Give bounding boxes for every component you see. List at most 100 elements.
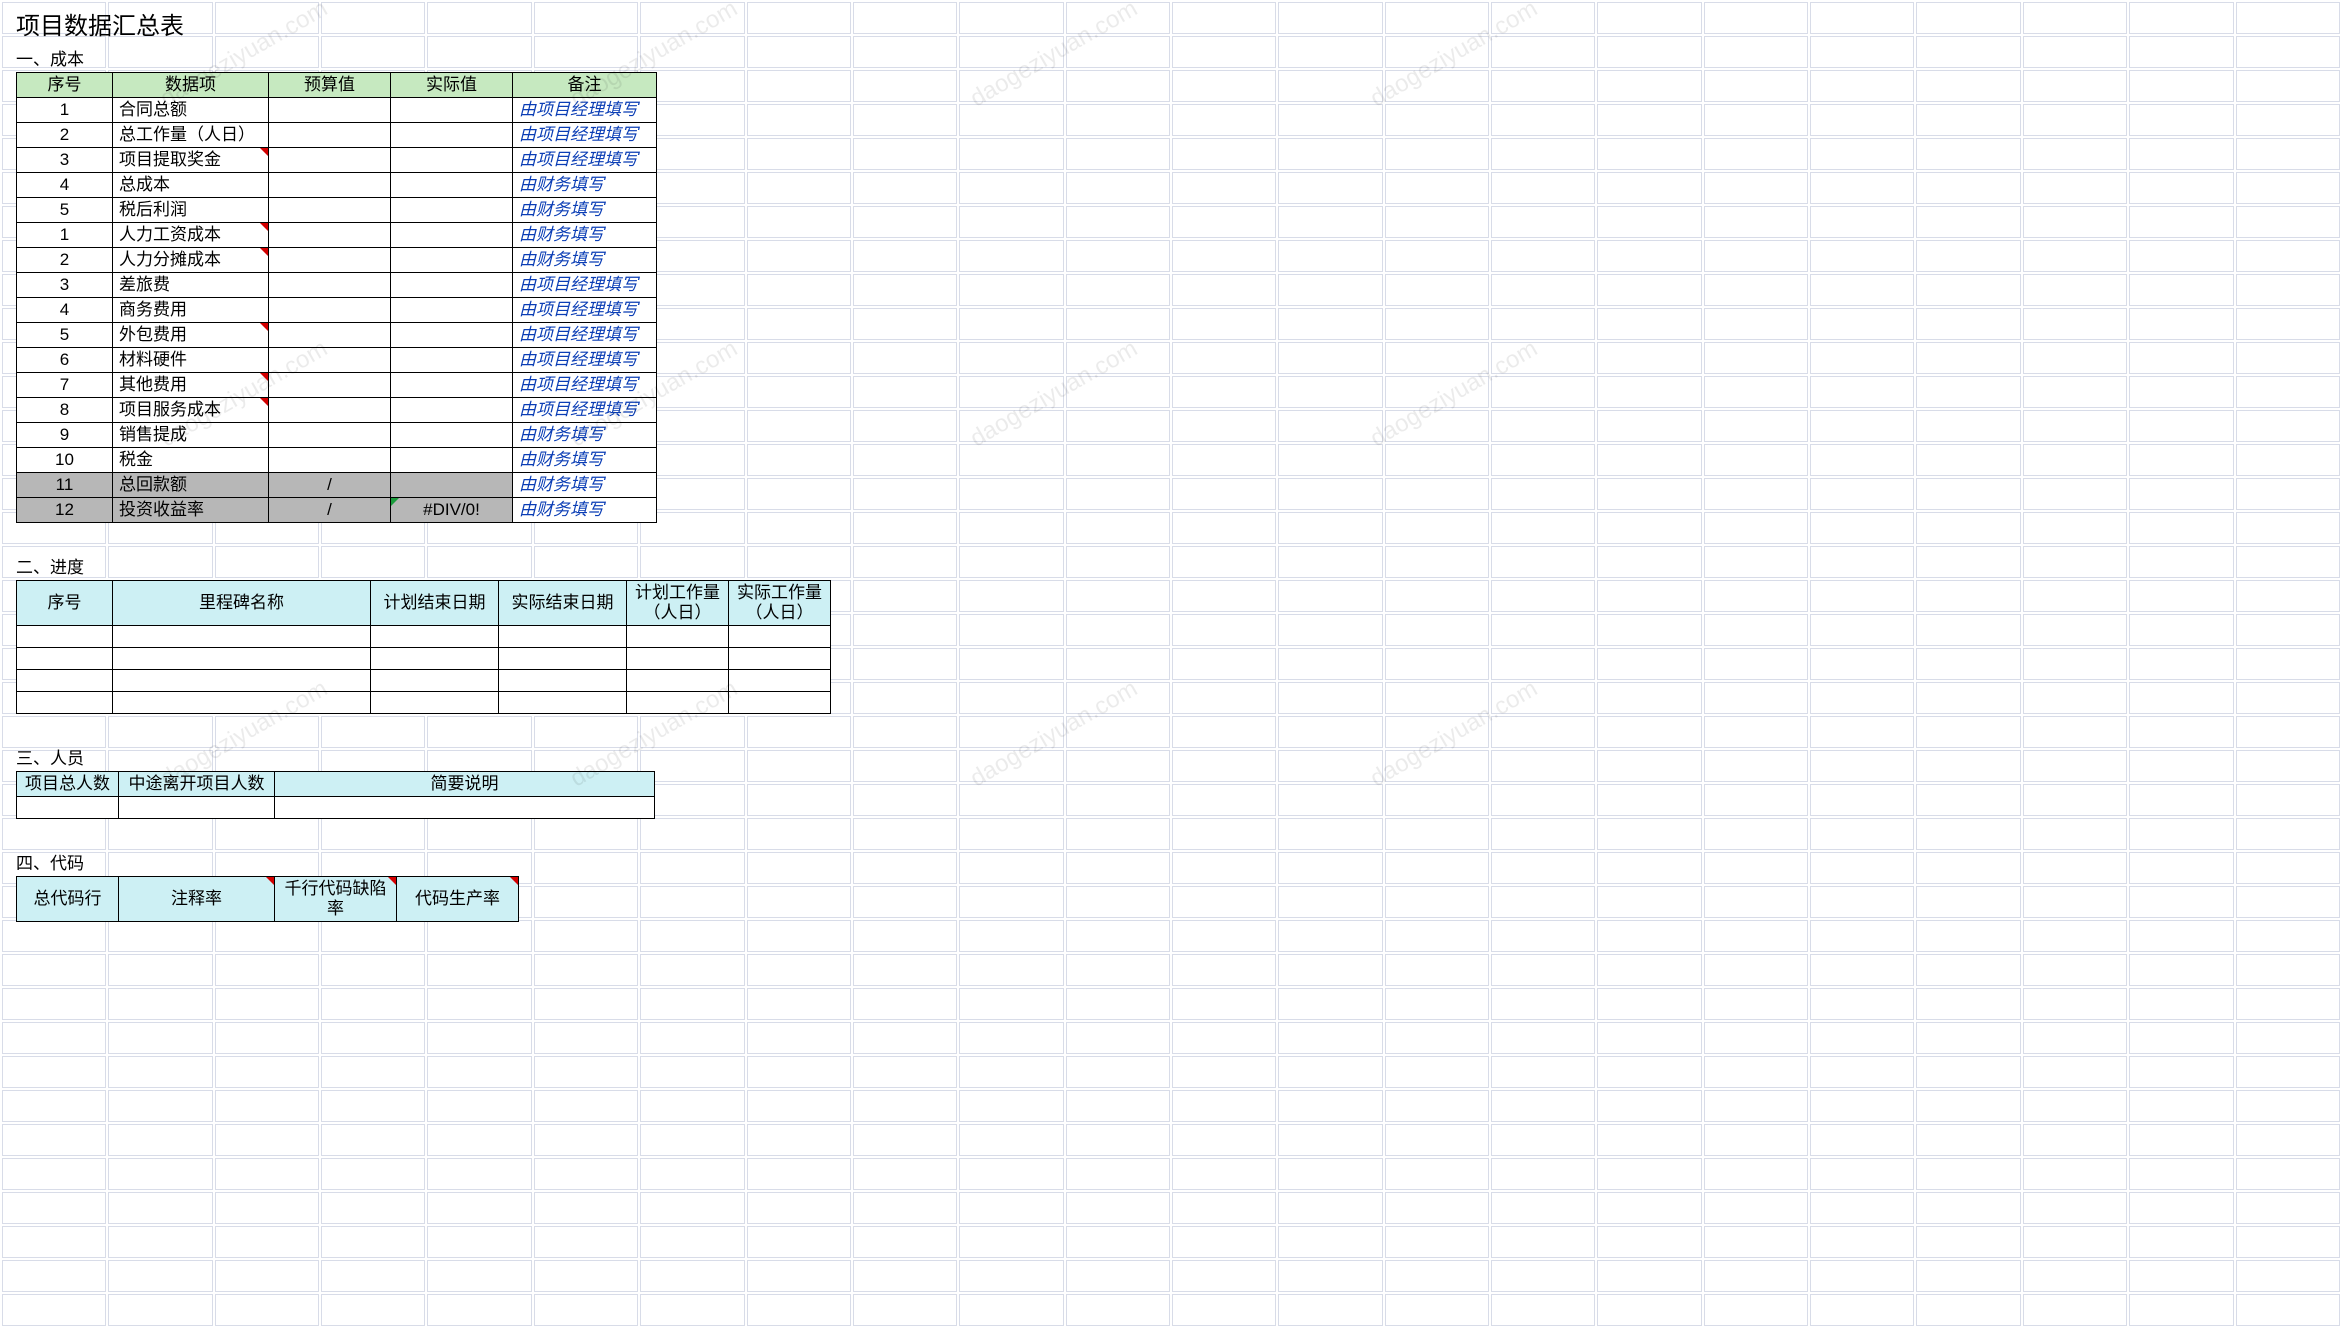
table-row[interactable]: 6材料硬件 由项目经理填写	[17, 348, 657, 373]
cell-item[interactable]: 项目服务成本	[113, 398, 269, 423]
cell-actual[interactable]	[391, 98, 513, 123]
cell-item[interactable]: 税后利润	[113, 198, 269, 223]
cell-remark[interactable]: 由财务填写	[513, 498, 657, 523]
cell-item[interactable]: 销售提成	[113, 423, 269, 448]
cell-remark[interactable]: 由项目经理填写	[513, 273, 657, 298]
cell-item[interactable]: 投资收益率	[113, 498, 269, 523]
cell-item[interactable]: 人力工资成本	[113, 223, 269, 248]
table-row[interactable]: 3项目提取奖金 由项目经理填写	[17, 148, 657, 173]
cell-actual[interactable]	[391, 148, 513, 173]
cell-actual[interactable]	[391, 473, 513, 498]
cell-remark[interactable]: 由项目经理填写	[513, 148, 657, 173]
cell-actual[interactable]	[391, 123, 513, 148]
table-row[interactable]: 1合同总额由项目经理填写	[17, 98, 657, 123]
cell-remark[interactable]: 由财务填写	[513, 448, 657, 473]
cell-seq[interactable]: 9	[17, 423, 113, 448]
table-row[interactable]: 10税金 由财务填写	[17, 448, 657, 473]
cell-actual[interactable]	[391, 173, 513, 198]
cell-budget[interactable]	[269, 248, 391, 273]
cell-budget[interactable]	[269, 323, 391, 348]
table-row[interactable]	[17, 797, 655, 819]
cell-item[interactable]: 税金	[113, 448, 269, 473]
cell-budget[interactable]: /	[269, 473, 391, 498]
cell-actual[interactable]	[391, 248, 513, 273]
cell-budget[interactable]	[269, 373, 391, 398]
cell-budget[interactable]	[269, 98, 391, 123]
table-row[interactable]: 5外包费用 由项目经理填写	[17, 323, 657, 348]
cell-item[interactable]: 材料硬件	[113, 348, 269, 373]
cell-seq[interactable]: 8	[17, 398, 113, 423]
cell-item[interactable]: 总回款额	[113, 473, 269, 498]
table-row[interactable]: 11总回款额/ 由财务填写	[17, 473, 657, 498]
table-row[interactable]: 4总成本 由财务填写	[17, 173, 657, 198]
cell-seq[interactable]: 1	[17, 223, 113, 248]
table-row[interactable]	[17, 692, 831, 714]
cell-actual[interactable]	[391, 273, 513, 298]
table-row[interactable]: 12投资收益率/#DIV/0!由财务填写	[17, 498, 657, 523]
cell-actual[interactable]	[391, 298, 513, 323]
cell-budget[interactable]	[269, 398, 391, 423]
cell-budget[interactable]	[269, 198, 391, 223]
cell-item[interactable]: 差旅费	[113, 273, 269, 298]
cell-seq[interactable]: 1	[17, 98, 113, 123]
cell-item[interactable]: 人力分摊成本	[113, 248, 269, 273]
cell-actual[interactable]	[391, 373, 513, 398]
table-row[interactable]: 4商务费用由项目经理填写	[17, 298, 657, 323]
cell-item[interactable]: 其他费用	[113, 373, 269, 398]
cell-item[interactable]: 总工作量（人日）	[113, 123, 269, 148]
table-row[interactable]: 2总工作量（人日）由项目经理填写	[17, 123, 657, 148]
cell-actual[interactable]	[391, 323, 513, 348]
cell-item[interactable]: 项目提取奖金	[113, 148, 269, 173]
cell-budget[interactable]	[269, 423, 391, 448]
table-row[interactable]: 7其他费用由项目经理填写	[17, 373, 657, 398]
cell-remark[interactable]: 由项目经理填写	[513, 323, 657, 348]
cell-budget[interactable]	[269, 223, 391, 248]
table-row[interactable]	[17, 626, 831, 648]
cell-budget[interactable]	[269, 173, 391, 198]
cell-item[interactable]: 外包费用	[113, 323, 269, 348]
table-row[interactable]: 3差旅费 由项目经理填写	[17, 273, 657, 298]
cell-budget[interactable]	[269, 148, 391, 173]
cell-seq[interactable]: 10	[17, 448, 113, 473]
cell-remark[interactable]: 由财务填写	[513, 198, 657, 223]
cell-remark[interactable]: 由财务填写	[513, 423, 657, 448]
table-row[interactable]	[17, 670, 831, 692]
cell-seq[interactable]: 5	[17, 323, 113, 348]
cell-seq[interactable]: 6	[17, 348, 113, 373]
cell-item[interactable]: 商务费用	[113, 298, 269, 323]
cell-seq[interactable]: 5	[17, 198, 113, 223]
cell-remark[interactable]: 由财务填写	[513, 248, 657, 273]
cell-budget[interactable]	[269, 298, 391, 323]
cell-remark[interactable]: 由财务填写	[513, 223, 657, 248]
cell-remark[interactable]: 由项目经理填写	[513, 98, 657, 123]
cell-actual[interactable]	[391, 423, 513, 448]
cell-remark[interactable]: 由项目经理填写	[513, 348, 657, 373]
cell-budget[interactable]: /	[269, 498, 391, 523]
table-row[interactable]	[17, 648, 831, 670]
cell-actual[interactable]	[391, 348, 513, 373]
cell-seq[interactable]: 3	[17, 273, 113, 298]
cell-actual[interactable]: #DIV/0!	[391, 498, 513, 523]
cell-remark[interactable]: 由项目经理填写	[513, 398, 657, 423]
cell-remark[interactable]: 由项目经理填写	[513, 298, 657, 323]
cell-actual[interactable]	[391, 448, 513, 473]
table-row[interactable]: 2人力分摊成本 由财务填写	[17, 248, 657, 273]
cell-remark[interactable]: 由财务填写	[513, 173, 657, 198]
cell-seq[interactable]: 4	[17, 173, 113, 198]
table-row[interactable]: 1人力工资成本 由财务填写	[17, 223, 657, 248]
cell-seq[interactable]: 11	[17, 473, 113, 498]
cell-item[interactable]: 总成本	[113, 173, 269, 198]
cell-remark[interactable]: 由项目经理填写	[513, 373, 657, 398]
cell-budget[interactable]	[269, 448, 391, 473]
cell-actual[interactable]	[391, 398, 513, 423]
cell-remark[interactable]: 由财务填写	[513, 473, 657, 498]
cell-actual[interactable]	[391, 223, 513, 248]
cell-seq[interactable]: 2	[17, 248, 113, 273]
cell-seq[interactable]: 3	[17, 148, 113, 173]
cell-seq[interactable]: 12	[17, 498, 113, 523]
table-row[interactable]: 5税后利润 由财务填写	[17, 198, 657, 223]
cell-budget[interactable]	[269, 123, 391, 148]
cell-budget[interactable]	[269, 348, 391, 373]
cell-actual[interactable]	[391, 198, 513, 223]
cell-budget[interactable]	[269, 273, 391, 298]
